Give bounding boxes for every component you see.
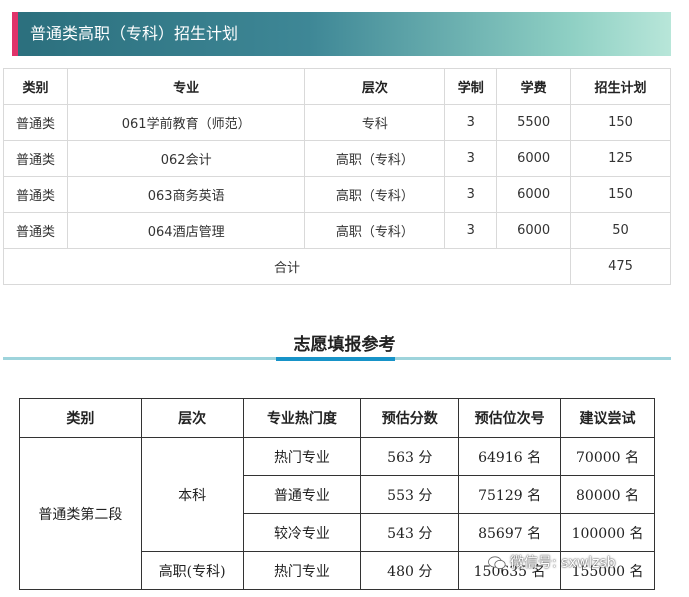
table-cell: 高职（专科） <box>304 140 446 177</box>
table-row: 普通类 064酒店管理 高职（专科） 3 6000 50 <box>3 212 671 249</box>
table-cell: 125 <box>570 140 671 177</box>
header-cell: 学费 <box>496 68 572 105</box>
table-row: 普通类第二段 本科 热门专业 563 分 64916 名 70000 名 <box>19 437 655 590</box>
table-cell: 3 <box>444 176 498 213</box>
table-cell: 普通类 <box>3 176 68 213</box>
total-value: 475 <box>570 248 671 285</box>
wechat-icon <box>488 556 506 570</box>
table-cell: 063商务英语 <box>66 176 306 213</box>
table-cell: 热门专业 <box>242 551 362 590</box>
table-row: 普通类 061学前教育（师范） 专科 3 5500 150 <box>3 104 671 141</box>
total-row: 合计 475 <box>2 248 671 285</box>
table-cell: 064酒店管理 <box>66 212 306 249</box>
table-cell: 70000 名 <box>560 437 655 476</box>
table-cell: 热门专业 <box>242 437 362 476</box>
table-cell: 80000 名 <box>560 475 655 514</box>
level-cell: 本科 <box>140 437 244 552</box>
table-cell: 6000 <box>496 176 572 213</box>
category-cell: 普通类第二段 <box>19 437 142 590</box>
header-cell: 学制 <box>444 68 498 105</box>
table-cell: 061学前教育（师范） <box>66 104 306 141</box>
header-cell: 类别 <box>3 68 68 105</box>
table-cell: 6000 <box>496 212 572 249</box>
table-row: 普通类 062会计 高职（专科） 3 6000 125 <box>3 140 671 177</box>
table-cell: 3 <box>444 212 498 249</box>
table-cell: 3 <box>444 104 498 141</box>
table-cell: 480 分 <box>360 551 460 590</box>
table-cell: 高职（专科） <box>304 212 446 249</box>
table-cell: 普通类 <box>3 104 68 141</box>
table-cell: 100000 名 <box>560 513 655 552</box>
table-cell: 85697 名 <box>458 513 562 552</box>
table-cell: 553 分 <box>360 475 460 514</box>
table-cell: 75129 名 <box>458 475 562 514</box>
section-banner: 普通类高职（专科）招生计划 <box>12 12 671 56</box>
header-cell: 类别 <box>19 398 142 438</box>
watermark: 微信号: sxwlzsb <box>488 552 658 576</box>
level-cell: 高职(专科) <box>140 551 244 590</box>
table-cell: 普通类 <box>3 212 68 249</box>
total-label: 合计 <box>2 248 572 285</box>
table-cell: 6000 <box>496 140 572 177</box>
header-cell: 专业 <box>66 68 306 105</box>
header-cell: 专业热门度 <box>242 398 362 438</box>
table-cell: 563 分 <box>360 437 460 476</box>
header-cell: 层次 <box>140 398 244 438</box>
table-cell: 543 分 <box>360 513 460 552</box>
section-title: 志愿填报参考 <box>293 335 396 355</box>
section-title-underline <box>276 357 395 361</box>
table-row: 普通类 063商务英语 高职（专科） 3 6000 150 <box>3 176 671 213</box>
table-cell: 062会计 <box>66 140 306 177</box>
table-cell: 普通专业 <box>242 475 362 514</box>
table-header-row: 类别 专业 层次 学制 学费 招生计划 <box>3 68 671 105</box>
banner-accent-bar <box>12 12 18 56</box>
table-cell: 50 <box>570 212 671 249</box>
table-cell: 专科 <box>304 104 446 141</box>
enrollment-plan-table: 类别 专业 层次 学制 学费 招生计划 普通类 061学前教育（师范） 专科 3… <box>2 68 671 285</box>
table-cell: 150 <box>570 104 671 141</box>
header-cell: 预估位次号 <box>458 398 562 438</box>
watermark-text: 微信号: sxwlzsb <box>510 555 616 571</box>
table-cell: 高职（专科） <box>304 176 446 213</box>
header-cell: 建议尝试 <box>560 398 655 438</box>
table-cell: 5500 <box>496 104 572 141</box>
table-cell: 3 <box>444 140 498 177</box>
banner-title: 普通类高职（专科）招生计划 <box>30 24 239 43</box>
table-cell: 64916 名 <box>458 437 562 476</box>
table-cell: 普通类 <box>3 140 68 177</box>
table-cell: 150 <box>570 176 671 213</box>
header-cell: 预估分数 <box>360 398 460 438</box>
table-header-row: 类别 层次 专业热门度 预估分数 预估位次号 建议尝试 <box>19 398 655 438</box>
header-cell: 招生计划 <box>570 68 671 105</box>
header-cell: 层次 <box>304 68 446 105</box>
table-cell: 较冷专业 <box>242 513 362 552</box>
